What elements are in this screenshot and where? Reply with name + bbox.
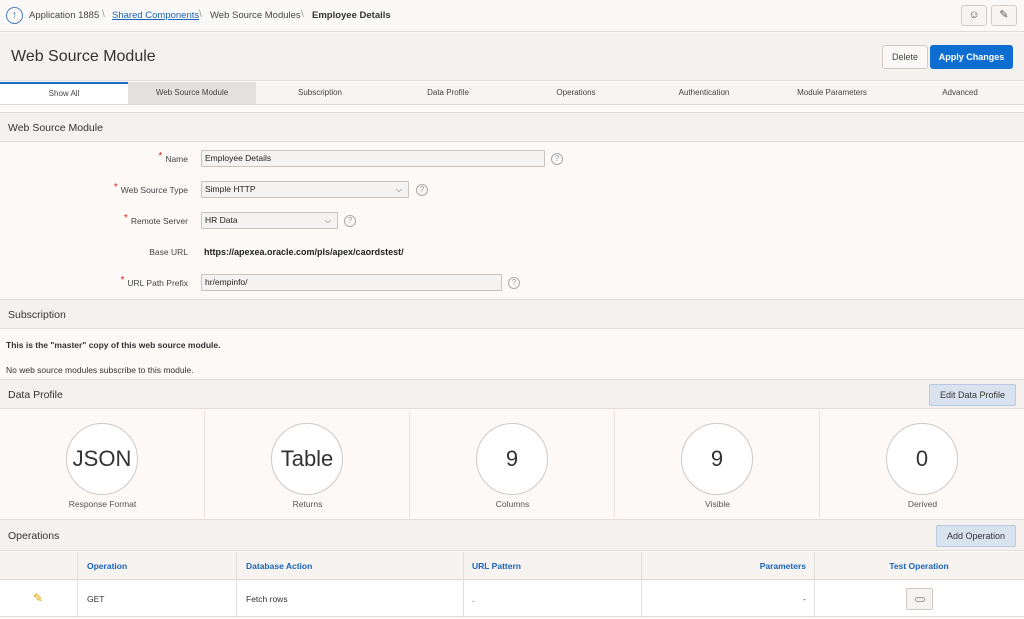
region-title: Web Source Module — [8, 122, 103, 134]
web-source-module-region-header: Web Source Module — [0, 112, 1024, 142]
breadcrumb-bar: ↑ Application 1885 \ Shared Components \… — [0, 0, 1024, 32]
column-header-database-action[interactable]: Database Action — [246, 561, 312, 571]
page-title: Web Source Module — [11, 48, 156, 65]
help-icon[interactable]: ? — [551, 153, 563, 165]
stat-value: 9 — [476, 423, 548, 495]
breadcrumb-shared-components[interactable]: Shared Components — [112, 10, 199, 21]
column-divider — [236, 552, 237, 617]
name-label: * Name — [158, 151, 188, 164]
feedback-button[interactable]: ☺ — [961, 5, 987, 26]
help-icon[interactable]: ? — [508, 277, 520, 289]
stat-label: Derived — [907, 499, 938, 509]
stat-derived: 0 Derived — [820, 411, 1024, 518]
url-path-prefix-label: * URL Path Prefix — [120, 275, 188, 288]
tab-data-profile[interactable]: Data Profile — [384, 82, 512, 104]
help-icon[interactable]: ? — [416, 184, 428, 196]
stat-label: Columns — [495, 499, 530, 509]
breadcrumb-separator: \ — [102, 9, 105, 20]
operations-region-header: Operations Add Operation — [0, 519, 1024, 551]
url-path-prefix-input[interactable]: hr/empinfo/ — [201, 274, 502, 291]
delete-button[interactable]: Delete — [882, 45, 928, 69]
apply-changes-button[interactable]: Apply Changes — [930, 45, 1013, 69]
subscription-region-header: Subscription — [0, 299, 1024, 329]
table-row: ✎ GET Fetch rows . - — [0, 581, 1024, 617]
region-title: Subscription — [8, 309, 66, 321]
base-url-value: https://apexea.oracle.com/pls/apex/caord… — [204, 247, 404, 257]
master-copy-text: This is the "master" copy of this web so… — [6, 340, 221, 350]
tab-operations[interactable]: Operations — [512, 82, 640, 104]
pencil-icon[interactable]: ✎ — [33, 591, 43, 605]
stat-value: 9 — [681, 423, 753, 495]
remote-server-select[interactable]: HR Data ⌵ — [201, 212, 338, 229]
edit-data-profile-button[interactable]: Edit Data Profile — [928, 384, 1016, 406]
breadcrumb-separator: \ — [199, 9, 202, 20]
stat-label: Returns — [292, 499, 323, 509]
test-operation-button[interactable] — [906, 588, 933, 610]
stat-value: 0 — [886, 423, 958, 495]
stat-value: JSON — [66, 423, 138, 495]
cell-parameters: - — [803, 594, 806, 604]
data-profile-region-header: Data Profile Edit Data Profile — [0, 379, 1024, 409]
stat-response-format: JSON Response Format — [0, 411, 205, 518]
help-icon[interactable]: ? — [344, 215, 356, 227]
required-marker: * — [113, 182, 118, 193]
tab-subscription[interactable]: Subscription — [256, 82, 384, 104]
name-input[interactable]: Employee Details — [201, 150, 545, 167]
tab-show-all[interactable]: Show All — [0, 82, 128, 104]
breadcrumb-web-source-modules[interactable]: Web Source Modules — [210, 10, 301, 21]
required-marker: * — [158, 151, 163, 162]
breadcrumb-app[interactable]: Application 1885 — [29, 10, 99, 21]
region-title: Data Profile — [8, 389, 63, 401]
stat-value: Table — [271, 423, 343, 495]
tab-web-source-module[interactable]: Web Source Module — [128, 82, 256, 104]
tab-authentication[interactable]: Authentication — [640, 82, 768, 104]
arrow-up-circle-icon[interactable]: ↑ — [6, 7, 23, 24]
column-header-operation[interactable]: Operation — [87, 561, 127, 571]
stat-columns: 9 Columns — [410, 411, 615, 518]
cell-url-pattern: . — [472, 594, 475, 604]
column-header-parameters[interactable]: Parameters — [700, 561, 806, 571]
stat-visible: 9 Visible — [615, 411, 820, 518]
column-divider — [77, 552, 78, 617]
chat-plus-icon: ☺ — [968, 9, 980, 21]
column-divider — [814, 552, 815, 617]
tools-button[interactable]: ✎ — [991, 5, 1017, 26]
tab-module-parameters[interactable]: Module Parameters — [768, 82, 896, 104]
stat-label: Visible — [705, 499, 730, 509]
column-divider — [463, 552, 464, 617]
breadcrumb-separator: \ — [301, 9, 304, 20]
breadcrumb-current: Employee Details — [312, 10, 391, 21]
tab-advanced[interactable]: Advanced — [896, 82, 1024, 104]
add-operation-button[interactable]: Add Operation — [935, 525, 1016, 547]
web-source-type-label: * Web Source Type — [113, 182, 188, 195]
chevron-down-icon: ⌵ — [395, 185, 402, 194]
required-marker: * — [123, 213, 128, 224]
web-source-type-select[interactable]: Simple HTTP ⌵ — [201, 181, 409, 198]
stat-label: Response Format — [68, 499, 137, 509]
region-tabs: Show All Web Source Module Subscription … — [0, 82, 1024, 105]
column-divider — [641, 552, 642, 617]
no-subscribers-text: No web source modules subscribe to this … — [6, 365, 194, 375]
test-icon — [915, 597, 925, 602]
required-marker: * — [120, 275, 125, 286]
region-title: Operations — [8, 530, 60, 542]
column-header-url-pattern[interactable]: URL Pattern — [472, 561, 521, 571]
remote-server-label: * Remote Server — [123, 213, 188, 226]
cell-operation: GET — [87, 594, 105, 604]
column-header-test-operation[interactable]: Test Operation — [814, 561, 1024, 571]
cell-database-action: Fetch rows — [246, 594, 288, 604]
base-url-label: Base URL — [149, 247, 188, 257]
wrench-icon: ✎ — [999, 9, 1009, 21]
page-header: Web Source Module Delete Apply Changes — [0, 33, 1024, 81]
chevron-down-icon: ⌵ — [324, 216, 331, 225]
stat-returns: Table Returns — [205, 411, 410, 518]
operations-table-header: Operation Database Action URL Pattern Pa… — [0, 552, 1024, 580]
